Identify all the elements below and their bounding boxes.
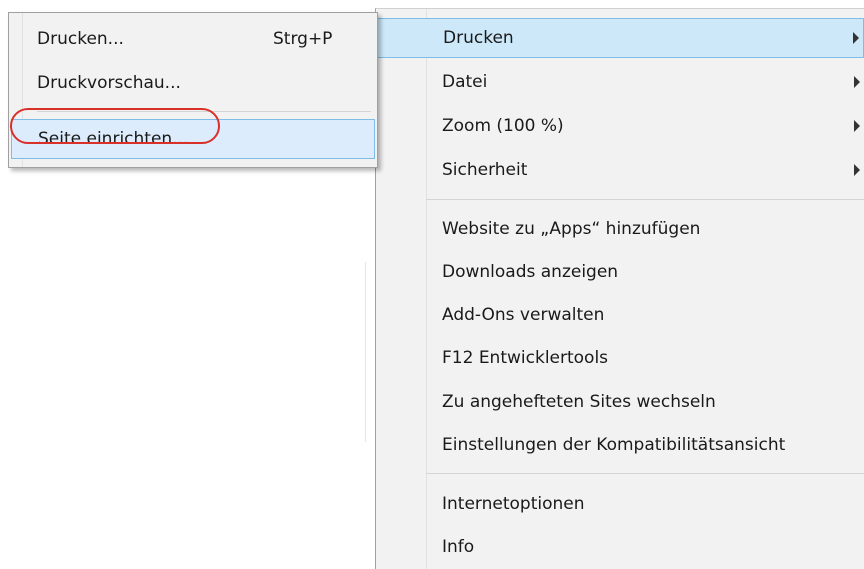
tools-menu: Drucken Datei Zoom (100 %) Sicherheit We… — [375, 8, 864, 569]
menu-item-label: Zu angehefteten Sites wechseln — [442, 392, 716, 412]
submenu-item-seite-einrichten[interactable]: Seite einrichten... — [11, 119, 375, 159]
menu-item-drucken[interactable]: Drucken — [376, 18, 864, 58]
menu-item-kompatibilitaetsansicht[interactable]: Einstellungen der Kompatibilitätsansicht — [376, 424, 864, 466]
menu-item-website-zu-apps[interactable]: Website zu „Apps“ hinzufügen — [376, 208, 864, 250]
menu-item-label: Website zu „Apps“ hinzufügen — [442, 219, 701, 239]
menu-item-internetoptionen[interactable]: Internetoptionen — [376, 483, 864, 525]
menu-item-label: Info — [442, 537, 475, 557]
submenu-item-label: Drucken... — [37, 29, 124, 49]
menu-item-label: Internetoptionen — [442, 494, 585, 514]
submenu-arrow-icon — [854, 76, 860, 88]
submenu-item-drucken[interactable]: Drucken... Strg+P — [9, 19, 377, 59]
background-frame-line — [365, 262, 366, 442]
menu-item-label: Downloads anzeigen — [442, 262, 619, 282]
submenu-separator — [37, 111, 371, 112]
submenu-arrow-icon — [854, 120, 860, 132]
menu-item-sicherheit[interactable]: Sicherheit — [376, 149, 864, 191]
menu-item-downloads-anzeigen[interactable]: Downloads anzeigen — [376, 251, 864, 293]
menu-item-zoom[interactable]: Zoom (100 %) — [376, 105, 864, 147]
shortcut-label: Strg+P — [273, 29, 333, 49]
submenu-item-label: Druckvorschau... — [37, 73, 181, 93]
menu-separator — [426, 199, 864, 200]
submenu-arrow-icon — [853, 32, 859, 44]
menu-item-angeheftete-sites[interactable]: Zu angehefteten Sites wechseln — [376, 381, 864, 423]
menu-item-label: Sicherheit — [442, 160, 528, 180]
submenu-item-label: Seite einrichten... — [38, 129, 189, 149]
menu-separator — [426, 473, 864, 474]
print-submenu: Drucken... Strg+P Druckvorschau... Seite… — [8, 12, 378, 168]
menu-item-label: F12 Entwicklertools — [442, 348, 609, 368]
screenshot-canvas: Drucken Datei Zoom (100 %) Sicherheit We… — [0, 0, 864, 569]
menu-item-datei[interactable]: Datei — [376, 61, 864, 103]
menu-item-label: Datei — [442, 72, 488, 92]
submenu-item-druckvorschau[interactable]: Druckvorschau... — [9, 63, 377, 103]
menu-item-f12-entwicklertools[interactable]: F12 Entwicklertools — [376, 337, 864, 379]
menu-item-add-ons-verwalten[interactable]: Add-Ons verwalten — [376, 294, 864, 336]
menu-item-info[interactable]: Info — [376, 526, 864, 568]
menu-item-label: Drucken — [443, 28, 514, 48]
menu-item-label: Einstellungen der Kompatibilitätsansicht — [442, 435, 786, 455]
menu-item-label: Zoom (100 %) — [442, 116, 564, 136]
menu-item-label: Add-Ons verwalten — [442, 305, 605, 325]
submenu-arrow-icon — [854, 164, 860, 176]
